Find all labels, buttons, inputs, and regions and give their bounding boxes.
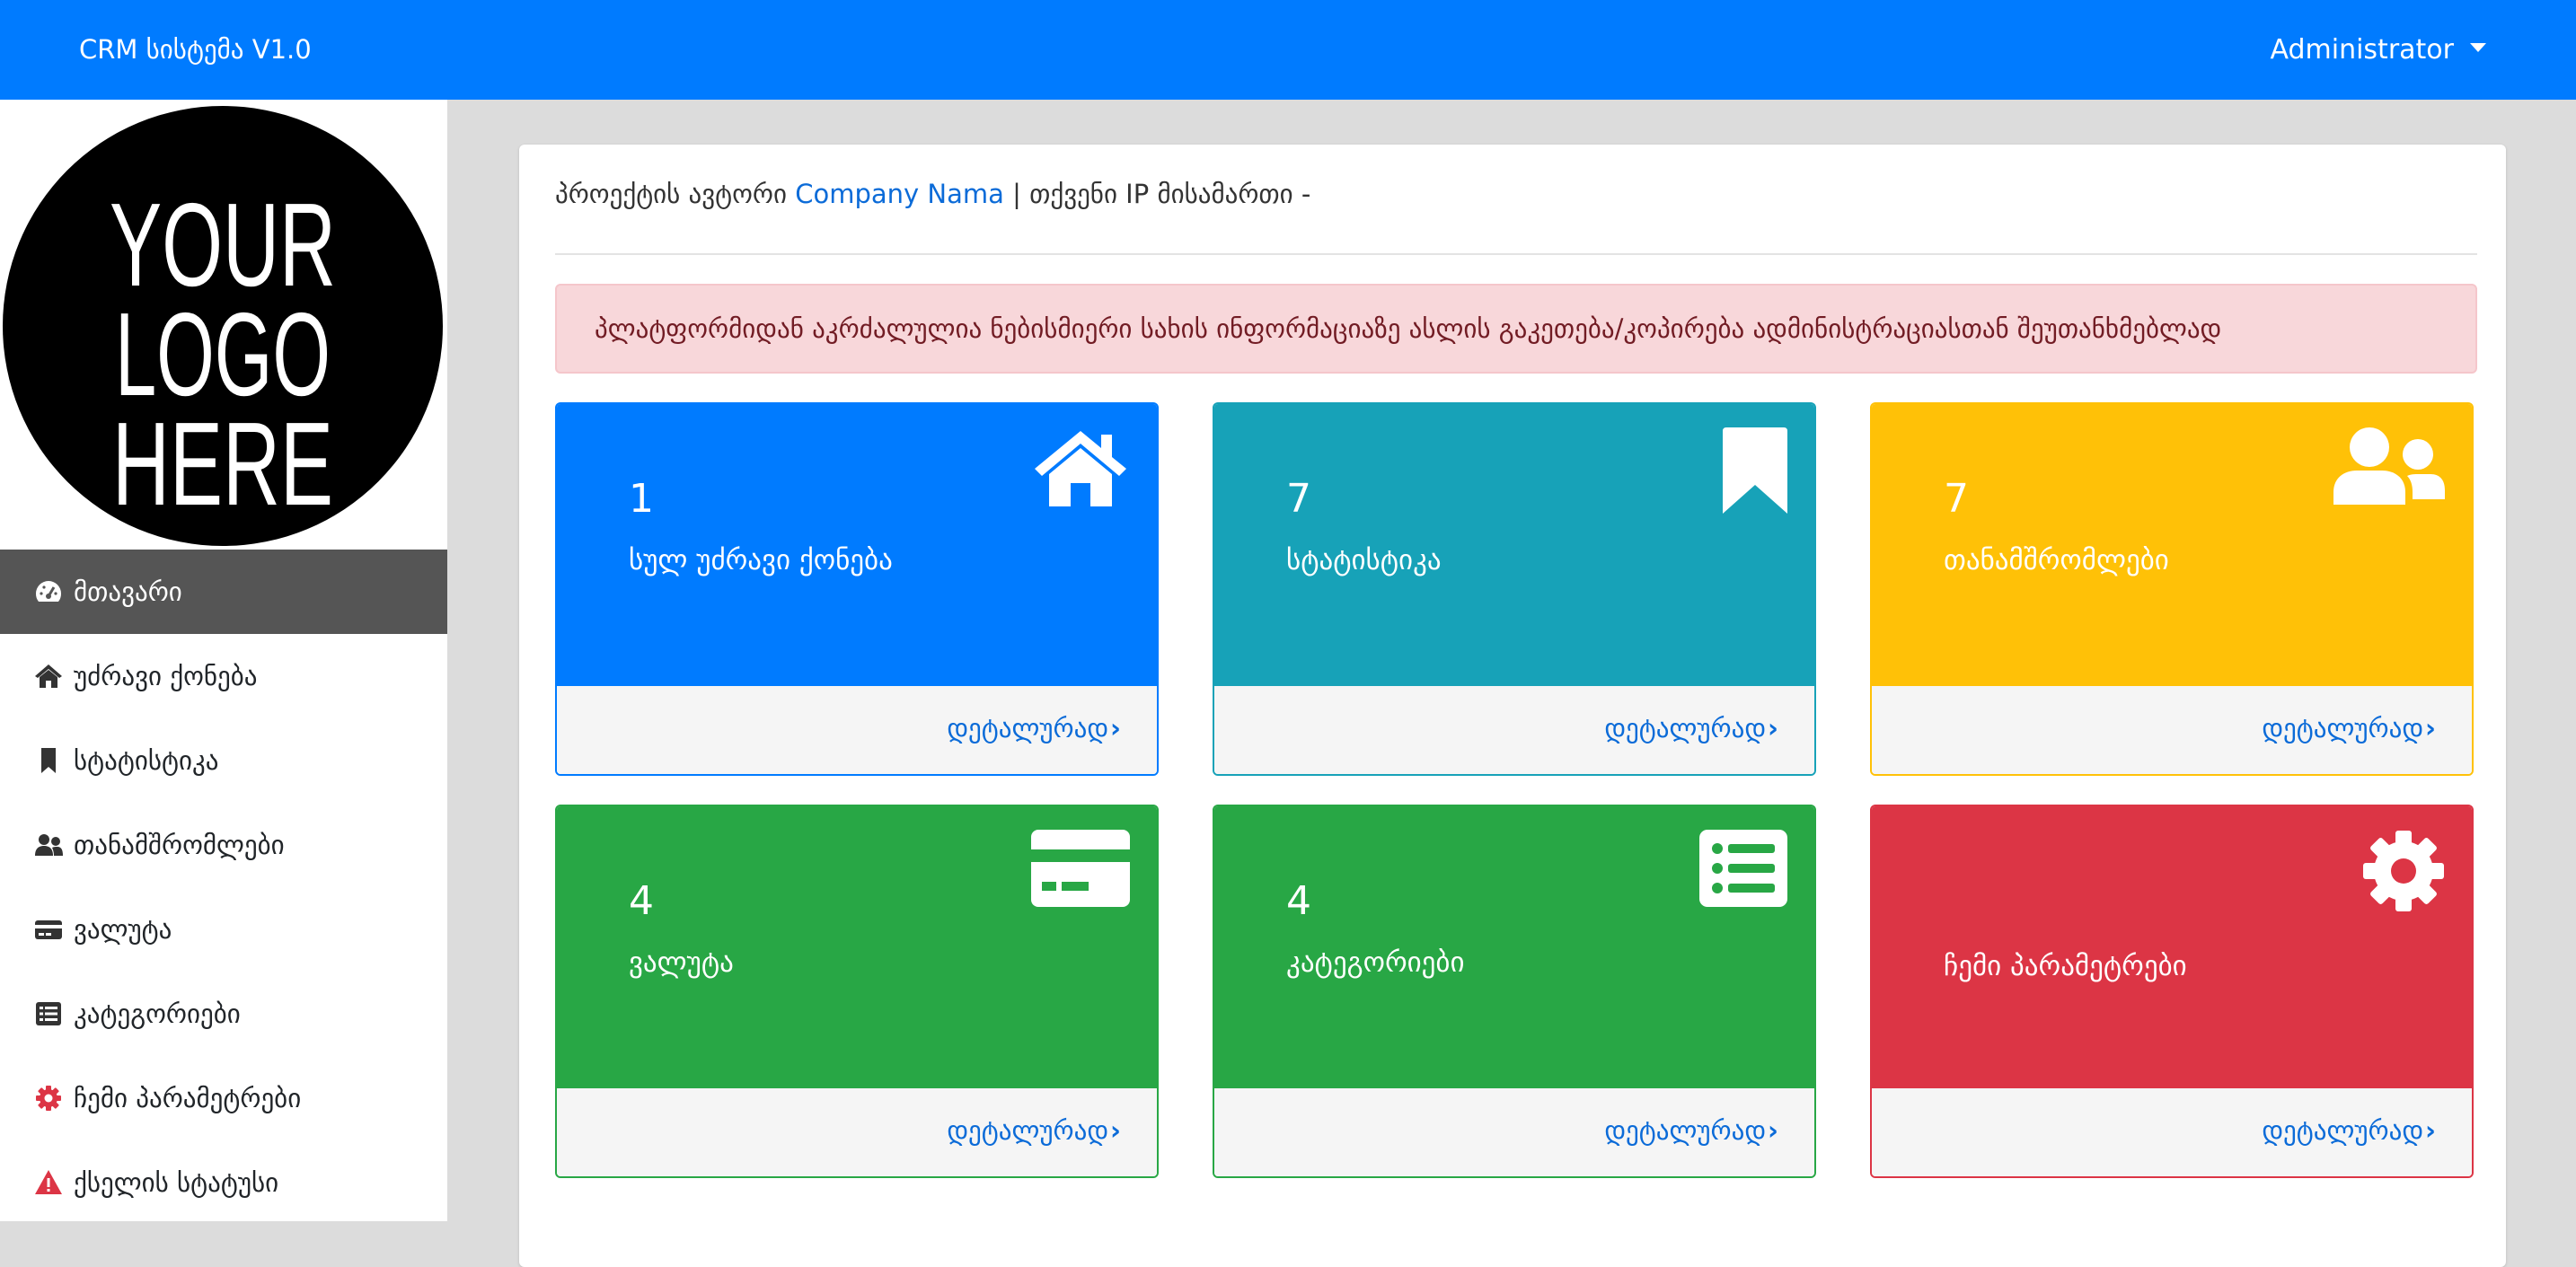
tile-label: ვალუტა bbox=[629, 946, 734, 979]
tile-footer: დეტალურად› bbox=[1872, 686, 2472, 774]
tile-currency: 4 ვალუტა დეტალურად› bbox=[555, 805, 1159, 1178]
tile-count: 4 bbox=[629, 878, 654, 924]
tile-count: 1 bbox=[629, 476, 654, 522]
tile-categories: 4 კატეგორიები დეტალურად› bbox=[1213, 805, 1816, 1178]
tile-count: 7 bbox=[1286, 476, 1311, 522]
users-icon bbox=[2333, 427, 2445, 508]
bookmark-icon bbox=[1723, 427, 1787, 517]
sidebar-item-label: ქსელის სტატუსი bbox=[74, 1167, 279, 1198]
tile-real-estate: 1 სულ უძრავი ქონება დეტალურად› bbox=[555, 402, 1159, 776]
tile-body: 7 სტატისტიკა bbox=[1214, 404, 1814, 686]
list-icon bbox=[32, 999, 65, 1028]
tile-employees: 7 თანამშრომლები დეტალურად› bbox=[1870, 402, 2474, 776]
bookmark-icon bbox=[32, 746, 65, 775]
sidebar-item-label: მთავარი bbox=[74, 576, 182, 607]
top-navbar: CRM სისტემა V1.0 Administrator bbox=[0, 0, 2576, 100]
tile-body: 4 კატეგორიები bbox=[1214, 806, 1814, 1088]
tile-footer: დეტალურად› bbox=[1872, 1088, 2472, 1176]
sidebar-item-currency[interactable]: ვალუტა bbox=[0, 887, 447, 972]
tile-footer: დეტალურად› bbox=[1214, 1088, 1814, 1176]
sidebar-item-network-status[interactable]: ქსელის სტატუსი bbox=[0, 1140, 447, 1225]
details-link[interactable]: დეტალურად› bbox=[1604, 713, 1778, 743]
sidebar-item-real-estate[interactable]: უძრავი ქონება bbox=[0, 634, 447, 718]
svg-text:HERE: HERE bbox=[112, 398, 333, 530]
tile-body: 7 თანამშრომლები bbox=[1872, 404, 2472, 686]
tile-footer: დეტალურად› bbox=[557, 1088, 1157, 1176]
tile-label: ჩემი პარამეტრები bbox=[1944, 950, 2187, 982]
sidebar-item-settings[interactable]: ჩემი პარამეტრები bbox=[0, 1056, 447, 1140]
tile-body: ჩემი პარამეტრები bbox=[1872, 806, 2472, 1088]
sidebar-item-label: სტატისტიკა bbox=[74, 745, 219, 776]
sidebar-item-label: ჩემი პარამეტრები bbox=[74, 1083, 302, 1113]
sidebar-item-statistics[interactable]: სტატისტიკა bbox=[0, 718, 447, 803]
user-name: Administrator bbox=[2270, 34, 2454, 66]
sidebar-item-label: თანამშრომლები bbox=[74, 830, 285, 860]
author-link[interactable]: Company Nama bbox=[795, 179, 1004, 209]
divider bbox=[555, 253, 2477, 255]
tile-count: 4 bbox=[1286, 878, 1311, 924]
logo: YOUR LOGO HERE bbox=[3, 106, 443, 546]
sidebar-item-label: უძრავი ქონება bbox=[74, 661, 258, 691]
tile-label: თანამშრომლები bbox=[1944, 544, 2169, 576]
alert-banner: პლატფორმიდან აკრძალულია ნებისმიერი სახის… bbox=[555, 284, 2477, 374]
tile-label: კატეგორიები bbox=[1286, 946, 1465, 979]
credit-card-icon bbox=[1031, 830, 1130, 911]
sidebar-item-main[interactable]: მთავარი bbox=[0, 550, 447, 634]
sidebar-item-employees[interactable]: თანამშრომლები bbox=[0, 803, 447, 887]
details-link[interactable]: დეტალურად› bbox=[947, 713, 1121, 743]
details-link[interactable]: დეტალურად› bbox=[947, 1115, 1121, 1146]
tile-statistics: 7 სტატისტიკა დეტალურად› bbox=[1213, 402, 1816, 776]
credit-card-icon bbox=[32, 915, 65, 944]
logo-image: YOUR LOGO HERE bbox=[110, 179, 336, 530]
details-link[interactable]: დეტალურად› bbox=[1604, 1115, 1778, 1146]
dashboard-icon bbox=[32, 577, 65, 606]
home-icon bbox=[32, 662, 65, 691]
tile-body: 1 სულ უძრავი ქონება bbox=[557, 404, 1157, 686]
app-brand[interactable]: CRM სისტემა V1.0 bbox=[79, 0, 312, 100]
gear-icon bbox=[32, 1084, 65, 1113]
details-link[interactable]: დეტალურად› bbox=[2262, 713, 2436, 743]
ip-text: | თქვენი IP მისამართი - bbox=[1012, 179, 1311, 209]
gear-icon bbox=[2362, 830, 2445, 916]
tile-footer: დეტალურად› bbox=[1214, 686, 1814, 774]
author-line: პროექტის ავტორი Company Nama | თქვენი IP… bbox=[555, 179, 1310, 209]
home-icon bbox=[1031, 427, 1130, 510]
sidebar: YOUR LOGO HERE მთავარი უძრავი ქონება სტა… bbox=[0, 100, 447, 1221]
author-prefix: პროექტის ავტორი bbox=[555, 179, 788, 209]
tile-settings: ჩემი პარამეტრები დეტალურად› bbox=[1870, 805, 2474, 1178]
warning-icon bbox=[32, 1168, 65, 1197]
sidebar-item-categories[interactable]: კატეგორიები bbox=[0, 972, 447, 1056]
tile-body: 4 ვალუტა bbox=[557, 806, 1157, 1088]
user-menu-dropdown[interactable]: Administrator bbox=[2270, 0, 2486, 100]
tile-count: 7 bbox=[1944, 476, 1969, 522]
sidebar-item-label: კატეგორიები bbox=[74, 999, 241, 1029]
tile-label: სტატისტიკა bbox=[1286, 544, 1442, 576]
details-link[interactable]: დეტალურად› bbox=[2262, 1115, 2436, 1146]
sidebar-nav: მთავარი უძრავი ქონება სტატისტიკა თანამშრ… bbox=[0, 550, 447, 1225]
caret-down-icon bbox=[2470, 42, 2486, 52]
tile-footer: დეტალურად› bbox=[557, 686, 1157, 774]
users-icon bbox=[32, 831, 65, 859]
tile-label: სულ უძრავი ქონება bbox=[629, 544, 893, 576]
sidebar-item-label: ვალუტა bbox=[74, 914, 172, 945]
main-content: პროექტის ავტორი Company Nama | თქვენი IP… bbox=[519, 145, 2506, 1267]
list-icon bbox=[1699, 830, 1787, 911]
